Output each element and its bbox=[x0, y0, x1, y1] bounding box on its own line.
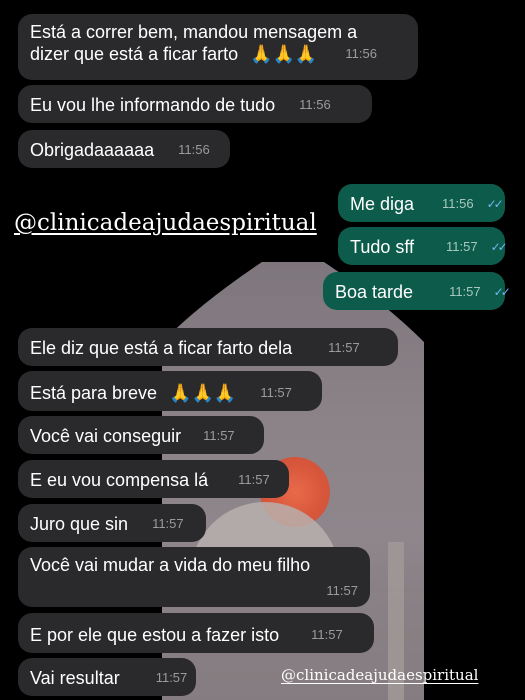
message-text: Você vai conseguir bbox=[30, 426, 182, 446]
message-time: 11:57 bbox=[311, 627, 343, 642]
message-time: 11:57 bbox=[203, 428, 235, 443]
message-text: E eu vou compensa lá bbox=[30, 470, 209, 490]
message-text: Está a correr bem, mandou mensagem a bbox=[30, 22, 358, 42]
story-canvas: Está a correr bem, mandou mensagem a diz… bbox=[0, 0, 525, 700]
message-incoming: Vai resultar 11:57 bbox=[18, 658, 196, 696]
message-text: Ele diz que está a ficar farto dela bbox=[30, 338, 293, 358]
message-time: 11:57 bbox=[446, 239, 478, 254]
message-incoming: E eu vou compensa lá 11:57 bbox=[18, 460, 289, 498]
message-time: 11:56 bbox=[178, 142, 210, 157]
message-incoming: Obrigadaaaaaa 11:56 bbox=[18, 130, 230, 168]
message-outgoing: Tudo sff 11:57 ✓✓ bbox=[338, 227, 508, 265]
message-text: Está para breve bbox=[30, 383, 158, 403]
message-incoming: Você vai conseguir 11:57 bbox=[18, 416, 264, 454]
message-text-line2: dizer que está a ficar farto bbox=[30, 44, 239, 64]
message-text: Juro que sin bbox=[30, 514, 129, 534]
message-incoming: Juro que sin 11:57 bbox=[18, 504, 206, 542]
watermark-handle: @clinicadeajudaespiritual bbox=[14, 210, 317, 236]
message-time: 11:57 bbox=[260, 385, 292, 400]
message-text: Me diga bbox=[350, 194, 415, 214]
message-text: Eu vou lhe informando de tudo bbox=[30, 95, 276, 115]
message-time: 11:57 bbox=[326, 583, 358, 598]
message-text: Tudo sff bbox=[350, 237, 415, 257]
message-incoming: Você vai mudar a vida do meu filho 11:57 bbox=[18, 547, 370, 607]
praying-hands-emoji: 🙏🙏🙏 bbox=[169, 383, 237, 403]
message-incoming: E por ele que estou a fazer isto 11:57 bbox=[18, 613, 374, 653]
praying-hands-emoji: 🙏🙏🙏 bbox=[250, 44, 318, 64]
message-text: Obrigadaaaaaa bbox=[30, 140, 155, 160]
watermark-handle-small: @clinicadeajudaespiritual bbox=[281, 666, 479, 684]
message-time: 11:57 bbox=[328, 340, 360, 355]
message-time: 11:56 bbox=[299, 97, 331, 112]
message-time: 11:56 bbox=[345, 46, 377, 61]
message-time: 11:57 bbox=[238, 472, 270, 487]
message-incoming: Está para breve 🙏🙏🙏 11:57 bbox=[18, 371, 322, 411]
message-outgoing: Boa tarde 11:57 ✓✓ bbox=[323, 272, 511, 310]
message-time: 11:57 bbox=[155, 670, 188, 685]
message-time: 11:56 bbox=[442, 196, 474, 211]
message-incoming: Está a correr bem, mandou mensagem a diz… bbox=[18, 14, 418, 80]
message-text: Você vai mudar a vida do meu filho bbox=[30, 555, 311, 575]
message-incoming: Ele diz que está a ficar farto dela 11:5… bbox=[18, 328, 398, 366]
message-text: Vai resultar bbox=[30, 668, 120, 688]
message-outgoing: Me diga 11:56 ✓✓ bbox=[338, 184, 505, 222]
message-time: 11:57 bbox=[152, 516, 184, 531]
read-ticks-icon: ✓✓ bbox=[493, 285, 511, 299]
message-text: Boa tarde bbox=[335, 282, 414, 302]
message-time: 11:57 bbox=[449, 284, 481, 299]
message-text: E por ele que estou a fazer isto bbox=[30, 625, 280, 645]
read-ticks-icon: ✓✓ bbox=[490, 240, 508, 254]
read-ticks-icon: ✓✓ bbox=[486, 197, 504, 211]
message-incoming: Eu vou lhe informando de tudo 11:56 bbox=[18, 85, 372, 123]
